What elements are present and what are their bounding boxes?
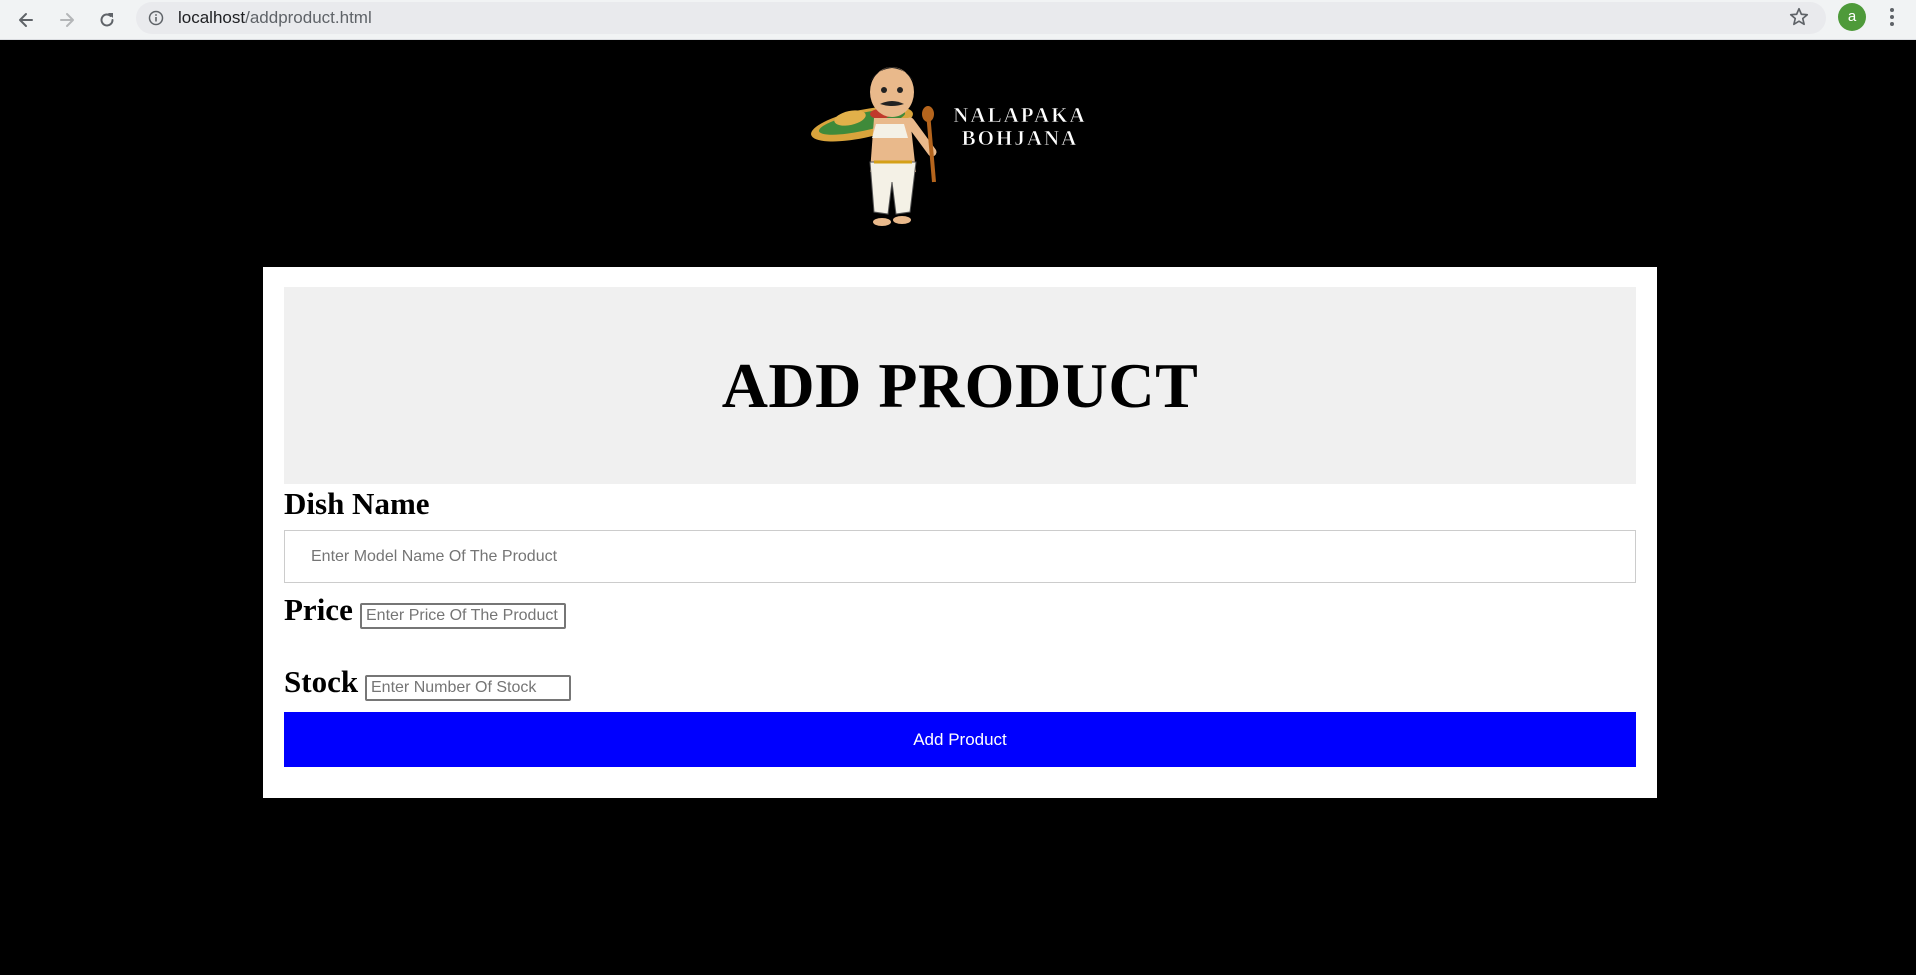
- browser-toolbar: localhost/addproduct.html a: [0, 0, 1916, 40]
- price-input[interactable]: [360, 603, 566, 629]
- price-label: Price: [284, 592, 353, 627]
- title-panel: ADD PRODUCT: [284, 287, 1636, 484]
- stock-label: Stock: [284, 664, 359, 699]
- logo-text-line1: NALAPAKA: [953, 103, 1086, 127]
- site-logo: NALAPAKA BOHJANA: [811, 67, 1086, 226]
- star-icon[interactable]: [1788, 6, 1810, 28]
- stock-input[interactable]: [365, 675, 571, 701]
- back-arrow-icon: [19, 13, 33, 27]
- forward-button[interactable]: [51, 4, 83, 36]
- add-product-button[interactable]: Add Product: [284, 712, 1636, 767]
- profile-avatar[interactable]: a: [1838, 3, 1866, 31]
- url-host: localhost: [178, 8, 246, 27]
- forward-arrow-icon: [60, 13, 74, 27]
- url-path: /addproduct.html: [245, 8, 372, 27]
- logo-text-line2: BOHJANA: [962, 126, 1079, 150]
- kebab-menu-icon[interactable]: [1884, 6, 1900, 28]
- info-icon[interactable]: [148, 10, 164, 26]
- address-bar[interactable]: localhost/addproduct.html: [136, 2, 1826, 34]
- dish-name-input[interactable]: [284, 530, 1636, 583]
- page-title: ADD PRODUCT: [721, 349, 1199, 421]
- reload-icon: [100, 13, 114, 27]
- address-url: localhost/addproduct.html: [178, 2, 372, 34]
- dish-name-label: Dish Name: [284, 486, 430, 521]
- reload-button[interactable]: [91, 4, 123, 36]
- add-product-card: ADD PRODUCT Dish Name Price Stock Add Pr…: [263, 267, 1657, 798]
- back-button[interactable]: [10, 4, 42, 36]
